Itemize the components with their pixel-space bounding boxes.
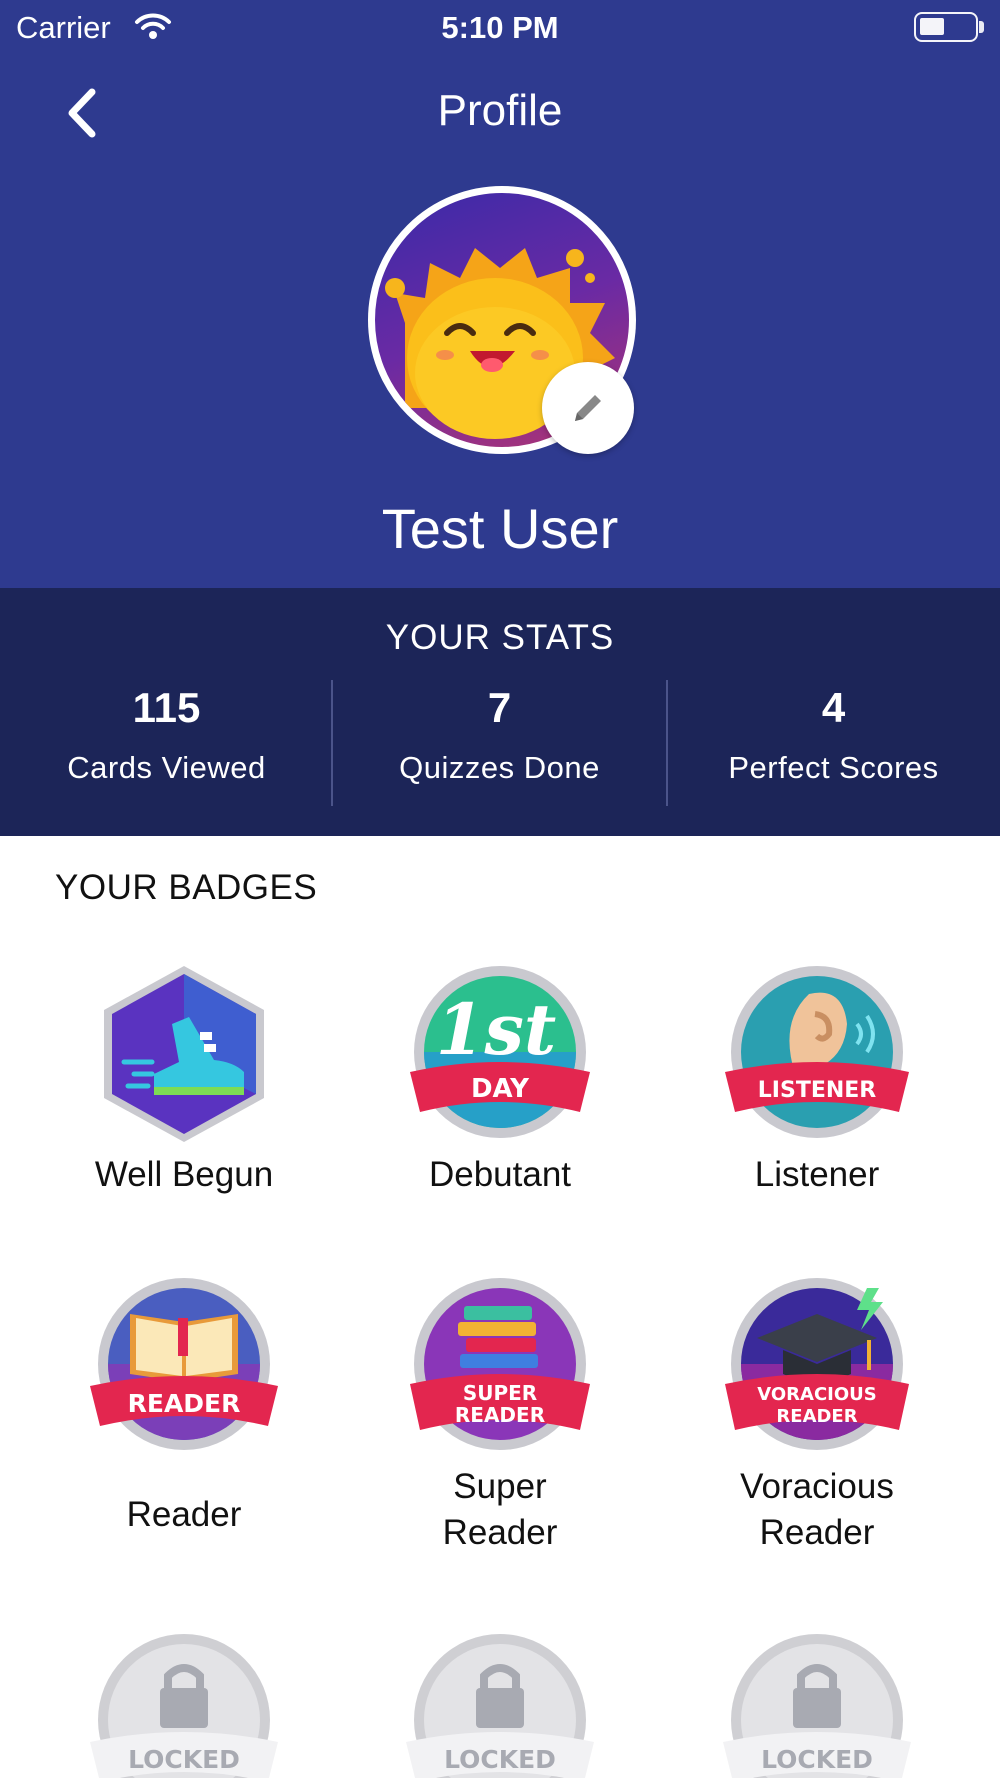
book-badge-icon: READER [90,1278,278,1450]
stat-value: 115 [132,684,201,731]
pencil-icon [575,395,601,421]
svg-text:1st: 1st [436,988,556,1071]
badge-label: Voracious Reader [740,1467,894,1552]
badges-title: YOUR BADGES [55,868,318,907]
page-title: Profile [437,86,563,135]
svg-text:SUPER: SUPER [463,1381,537,1405]
badge-locked[interactable]: LOCKED [667,1630,967,1778]
badge-listener[interactable]: LISTENER Listener [667,962,967,1198]
badge-super-reader[interactable]: SUPER READER Super Reader [350,1274,650,1556]
clock: 5:10 PM [441,10,559,45]
stat-value: 7 [487,684,512,731]
badge-locked[interactable]: LOCKED [34,1630,334,1778]
badge-well-begun[interactable]: Well Begun [34,962,334,1198]
svg-text:LOCKED: LOCKED [761,1745,873,1774]
badge-reader[interactable]: READER Reader [34,1274,334,1538]
user-name: Test User [381,497,619,560]
stat-label: Perfect Scores [728,750,939,785]
ear-badge-icon: LISTENER [725,966,909,1138]
stat-cards-viewed: 115 Cards Viewed [0,680,333,786]
badge-label: Super Reader [442,1467,558,1552]
badge-debutant[interactable]: 1st DAY Debutant [350,962,650,1198]
first-day-badge-icon: 1st DAY [410,966,590,1138]
battery-cap [979,21,984,33]
svg-text:LOCKED: LOCKED [444,1745,556,1774]
badge-label: Reader [126,1495,242,1534]
status-bar: Carrier 5:10 PM [0,0,1000,54]
svg-text:READER: READER [128,1389,241,1418]
badge-voracious-reader[interactable]: VORACIOUS READER Voracious Reader [667,1274,967,1556]
lock-badge-icon: LOCKED [406,1634,594,1778]
graduation-cap-badge-icon: VORACIOUS READER [725,1278,909,1450]
svg-text:READER: READER [776,1406,857,1427]
stat-perfect-scores: 4 Perfect Scores [667,680,1000,786]
sneaker-badge-icon [104,966,264,1142]
stats-panel: YOUR STATS 115 Cards Viewed 7 Quizzes Do… [0,588,1000,836]
badge-locked[interactable]: LOCKED [350,1630,650,1778]
profile-header: Carrier 5:10 PM Profile Test User [0,0,1000,588]
svg-text:DAY: DAY [471,1074,530,1104]
badge-label: Well Begun [94,1155,274,1194]
battery-icon [914,12,978,42]
lock-badge-icon: LOCKED [90,1634,278,1778]
badge-label: Listener [754,1155,880,1194]
svg-text:LOCKED: LOCKED [128,1745,240,1774]
stat-label: Quizzes Done [399,750,600,785]
svg-text:VORACIOUS: VORACIOUS [757,1384,877,1405]
stats-title: YOUR STATS [385,618,615,657]
books-stack-badge-icon: SUPER READER [410,1278,590,1450]
lock-badge-icon: LOCKED [723,1634,911,1778]
stat-label: Cards Viewed [67,750,266,785]
stat-value: 4 [821,684,846,731]
edit-avatar-button[interactable] [542,362,634,454]
badge-label: Debutant [428,1155,572,1194]
svg-text:LISTENER: LISTENER [758,1078,877,1103]
stat-quizzes-done: 7 Quizzes Done [333,680,666,786]
svg-text:READER: READER [455,1403,545,1427]
